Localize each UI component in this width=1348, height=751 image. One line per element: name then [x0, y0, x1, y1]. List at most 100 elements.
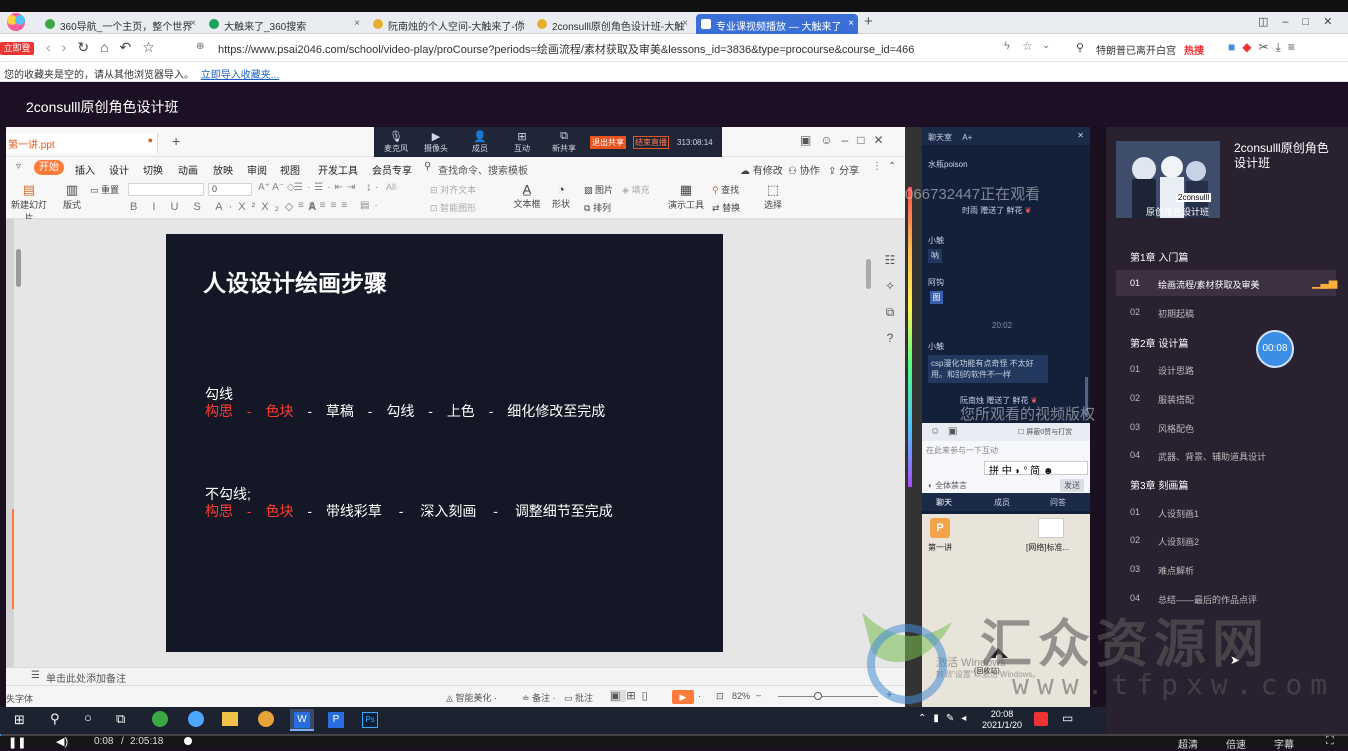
maximize-icon[interactable]: □	[1303, 16, 1324, 28]
select-button[interactable]: ⬚ 选择	[758, 182, 788, 211]
file-explorer-icon[interactable]	[222, 712, 238, 726]
close-icon[interactable]: ×	[848, 18, 854, 29]
lesson-item[interactable]: 02 人设刻画2	[1116, 527, 1336, 553]
speed-button[interactable]: 倍速	[1226, 736, 1246, 751]
fullscreen-icon[interactable]: ⛶	[1326, 735, 1334, 748]
scissors-icon[interactable]: ✂	[1258, 40, 1275, 54]
thumbnail-scrollbar[interactable]	[16, 249, 21, 287]
send-button[interactable]: 发送	[1060, 479, 1084, 492]
comments-button[interactable]: ▭ 批注	[564, 691, 593, 704]
replace-button[interactable]: ⇄ 替换	[712, 201, 740, 214]
mic-button[interactable]: 🎙 麦克风	[382, 130, 410, 154]
tray-chevron-icon[interactable]: ⌃	[918, 713, 933, 724]
clock[interactable]: 20:08 2021/1/20	[980, 709, 1024, 731]
back-icon[interactable]: ‹	[46, 39, 62, 55]
reset-button[interactable]: ▭ 重置	[90, 183, 119, 196]
more-icon[interactable]: ⋮	[872, 161, 882, 172]
collab-button[interactable]: ⚇ 协作	[788, 162, 820, 177]
browser-360-icon[interactable]	[152, 711, 168, 727]
help-icon[interactable]: ?	[882, 325, 898, 351]
zoom-slider-thumb[interactable]	[814, 692, 822, 700]
image-icon[interactable]: ▣	[948, 426, 957, 437]
lesson-item[interactable]: 02 初期起稿	[1116, 299, 1336, 325]
stop-share-button[interactable]: 退出共享	[590, 136, 626, 149]
maximize-icon[interactable]: □	[857, 133, 873, 147]
minimize-icon[interactable]: –	[842, 133, 858, 147]
tab-1[interactable]: 360导航_一个主页，整个世界 ×	[40, 14, 200, 34]
doc-tab[interactable]: 第一讲.ppt ●	[6, 133, 158, 153]
menu-insert[interactable]: 插入	[75, 162, 95, 177]
bookmark-star-icon[interactable]: ☆	[1022, 39, 1033, 53]
fill-button[interactable]: ◈ 填充	[622, 183, 649, 196]
windows-logo-icon[interactable]: ■	[1228, 40, 1242, 54]
properties-icon[interactable]: ☷	[882, 247, 898, 273]
chevron-down-icon[interactable]: ⌄	[1042, 40, 1050, 51]
tab-5-active[interactable]: 专业课视频播放 — 大触来了 ×	[696, 14, 858, 34]
notes-pane[interactable]: ☰ 单击此处添加备注	[6, 667, 905, 685]
cortana-icon[interactable]: ○	[84, 710, 92, 725]
align-text-button[interactable]: ⊟ 对齐文本	[430, 183, 476, 196]
new-share-button[interactable]: ⧉ 新共享	[550, 130, 578, 154]
game-icon[interactable]: ◆	[1242, 40, 1258, 54]
smart-graphic-button[interactable]: ⊡ 智能图形	[430, 201, 476, 214]
slide-scrollbar[interactable]	[866, 259, 871, 289]
share-button[interactable]: ⇪ 分享	[828, 162, 859, 177]
forward-icon[interactable]: ›	[62, 39, 78, 55]
close-icon[interactable]: ×	[518, 18, 524, 29]
search-icon[interactable]: ⚲	[50, 711, 60, 727]
tab-3[interactable]: 阮南烛的个人空间-大触来了-你 ×	[368, 14, 528, 34]
layout-icon[interactable]: ▣	[800, 133, 820, 147]
menu-animation[interactable]: 动画	[178, 162, 198, 177]
list-buttons[interactable]: ☰·☰·⇤⇥ ↨·	[294, 182, 382, 193]
search-box[interactable]: ⚲ 特朗普已离开白宫 热搜	[1072, 41, 1252, 57]
find-button[interactable]: ⚲ 查找	[712, 183, 739, 196]
emoji-icon[interactable]: ☺	[930, 426, 940, 437]
menu-review[interactable]: 审阅	[247, 162, 267, 177]
end-live-button[interactable]: 结束直播	[633, 136, 669, 149]
menu-dev-tools[interactable]: 开发工具	[318, 162, 358, 177]
new-tab-button[interactable]: +	[864, 13, 873, 30]
pause-icon[interactable]: ❚❚	[8, 736, 26, 749]
members-button[interactable]: 👤 成员	[466, 130, 494, 154]
menu-transition[interactable]: 切换	[143, 162, 163, 177]
fit-icon[interactable]: ⊡	[716, 691, 724, 702]
command-search[interactable]: 查找命令、搜索模板	[438, 162, 528, 177]
doc-file-icon[interactable]	[1038, 518, 1064, 538]
close-icon[interactable]: ×	[682, 18, 688, 29]
tab-2[interactable]: 大触来了_360搜索 ×	[204, 14, 364, 34]
refresh-icon[interactable]: ↻	[77, 39, 100, 55]
all-button[interactable]: All·	[386, 182, 399, 192]
subtitle-button[interactable]: 字幕	[1274, 736, 1294, 751]
new-slide-button[interactable]: ▤ 新建幻灯片	[8, 182, 50, 224]
presentation-app-icon[interactable]: P	[328, 712, 344, 728]
layout-button[interactable]: ▥ 版式	[60, 182, 84, 211]
arrange-button[interactable]: ⧉ 排列	[584, 201, 611, 214]
smart-beautify-button[interactable]: ◬ 智能美化 ·	[446, 691, 497, 704]
lightning-icon[interactable]: ϟ	[1004, 40, 1010, 52]
tab-4[interactable]: 2consulll原创角色设计班-大触 ×	[532, 14, 692, 34]
undo-icon[interactable]: ↶	[120, 39, 143, 55]
lesson-item[interactable]: 03 难点解析	[1116, 556, 1336, 582]
login-button[interactable]: 立即登录	[0, 42, 34, 66]
menu-member[interactable]: 会员专享	[372, 162, 412, 177]
shape-button[interactable]: ◔ 形状	[548, 182, 574, 210]
window-controls[interactable]: ◫–□✕	[1258, 15, 1346, 28]
timer-badge[interactable]: 00:08	[1256, 330, 1294, 368]
camera-button[interactable]: ▶ 摄像头	[422, 130, 450, 154]
close-window-icon[interactable]: ✕	[1323, 16, 1346, 28]
zoom-out-button[interactable]: –	[756, 690, 761, 700]
tab-chat[interactable]: 聊天	[936, 497, 952, 508]
speaker-icon[interactable]: ◂	[961, 713, 973, 724]
menu-icon[interactable]: ≡	[1288, 40, 1302, 54]
dropdown-icon[interactable]: ·	[698, 691, 701, 701]
menu-home[interactable]: 开始	[34, 160, 64, 175]
lesson-item[interactable]: 04 武器、背景、辅助道具设计	[1116, 442, 1336, 468]
notes-toggle-button[interactable]: ≐ 备注 ·	[522, 691, 556, 704]
play-slideshow-button[interactable]: ▶	[672, 690, 694, 704]
lesson-item[interactable]: 01 设计思路	[1116, 356, 1336, 382]
copy-icon[interactable]: ⧉	[882, 299, 898, 325]
ime-toolbar[interactable]: 拼 中 ◗ ° 简 ☻	[984, 461, 1088, 477]
progress-handle[interactable]	[184, 737, 192, 745]
tab-members[interactable]: 成员	[994, 497, 1010, 508]
course-thumbnail[interactable]: 2consulll 原创角色设计班	[1116, 141, 1220, 218]
